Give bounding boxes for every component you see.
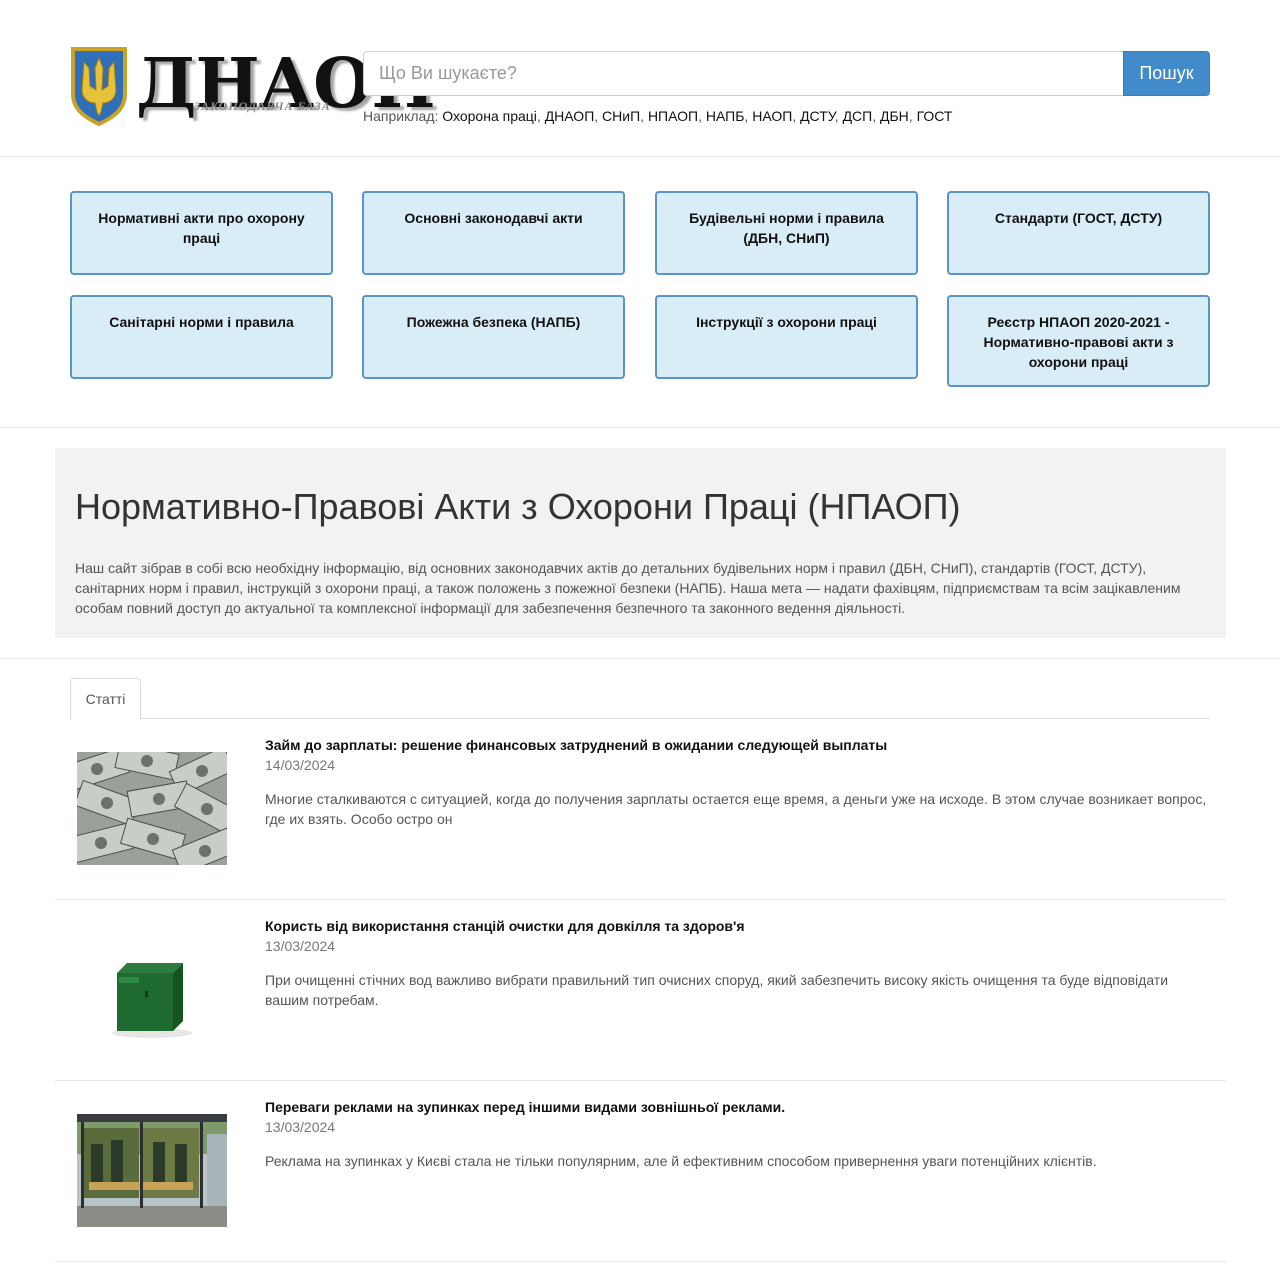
example-link[interactable]: НПАОП xyxy=(648,108,698,124)
article-title[interactable]: Займ до зарплаты: решение финансовых зат… xyxy=(265,737,887,753)
examples-label: Наприклад: xyxy=(363,108,439,124)
article-excerpt: Многие сталкиваются с ситуацией, когда д… xyxy=(265,791,1207,827)
article-thumbnail[interactable] xyxy=(77,752,227,865)
article-thumbnail[interactable] xyxy=(77,933,227,1046)
example-link[interactable]: ДСП xyxy=(843,108,873,124)
example-link[interactable]: ДБН xyxy=(880,108,909,124)
example-link[interactable]: НАОП xyxy=(752,108,792,124)
page-title: Нормативно-Правові Акти з Охорони Праці … xyxy=(75,486,961,527)
site-logo[interactable]: ДНАОП ЗАКОНОДАВЧА БАЗА xyxy=(70,44,436,126)
search-input[interactable] xyxy=(363,51,1123,96)
article-excerpt: Реклама на зупинках у Києві стала не тіл… xyxy=(265,1153,1097,1169)
article-title[interactable]: Переваги реклами на зупинках перед іншим… xyxy=(265,1099,785,1115)
example-link[interactable]: ДНАОП xyxy=(545,108,595,124)
category-labor-acts[interactable]: Нормативні акти про охорону праці xyxy=(70,191,333,275)
example-link[interactable]: ГОСТ xyxy=(917,108,953,124)
example-link[interactable]: СНиП xyxy=(602,108,640,124)
tab-articles[interactable]: Статті xyxy=(70,678,141,720)
article-title[interactable]: Користь від використання станцій очистки… xyxy=(265,918,745,934)
intro-section: Нормативно-Правові Акти з Охорони Праці … xyxy=(55,448,1226,638)
search-button[interactable]: Пошук xyxy=(1123,51,1210,96)
money-image-icon xyxy=(77,752,227,865)
article-item: Переваги реклами на зупинках перед іншим… xyxy=(55,1081,1226,1262)
logo-subtitle: ЗАКОНОДАВЧА БАЗА xyxy=(194,99,331,113)
search-form: Пошук xyxy=(363,51,1210,96)
divider xyxy=(0,658,1280,659)
category-instructions[interactable]: Інструкції з охорони праці xyxy=(655,295,918,379)
category-sanitary-norms[interactable]: Санітарні норми і правила xyxy=(70,295,333,379)
category-npaop-registry[interactable]: Реєстр НПАОП 2020-2021 - Нормативно-прав… xyxy=(947,295,1210,387)
bus-stop-image-icon xyxy=(77,1114,227,1227)
example-link[interactable]: ДСТУ xyxy=(800,108,835,124)
article-item: Займ до зарплаты: решение финансовых зат… xyxy=(55,719,1226,900)
search-examples: Наприклад: Охорона праці, ДНАОП, СНиП, Н… xyxy=(363,108,953,124)
example-link[interactable]: НАПБ xyxy=(706,108,745,124)
article-thumbnail[interactable] xyxy=(77,1114,227,1227)
category-grid: Нормативні акти про охорону праці Основн… xyxy=(0,157,1280,428)
category-building-norms[interactable]: Будівельні норми і правила (ДБН, СНиП) xyxy=(655,191,918,275)
article-date: 14/03/2024 xyxy=(265,757,336,773)
category-fire-safety[interactable]: Пожежна безпека (НАПБ) xyxy=(362,295,625,379)
site-header: ДНАОП ЗАКОНОДАВЧА БАЗА Пошук Наприклад: … xyxy=(0,0,1280,157)
article-item: Користь від використання станцій очистки… xyxy=(55,900,1226,1081)
example-link[interactable]: Охорона праці xyxy=(442,108,537,124)
category-main-laws[interactable]: Основні законодавчі акти xyxy=(362,191,625,275)
intro-text: Наш сайт зібрав в собі всю необхідну інф… xyxy=(75,560,1181,616)
article-date: 13/03/2024 xyxy=(265,1119,336,1135)
article-date: 13/03/2024 xyxy=(265,938,336,954)
trident-coat-of-arms-icon xyxy=(71,47,127,126)
article-excerpt: При очищенні стічних вод важливо вибрати… xyxy=(265,972,1169,1008)
category-standards[interactable]: Стандарти (ГОСТ, ДСТУ) xyxy=(947,191,1210,275)
tab-bar: Статті xyxy=(70,678,1210,720)
treatment-station-image-icon xyxy=(77,933,227,1046)
